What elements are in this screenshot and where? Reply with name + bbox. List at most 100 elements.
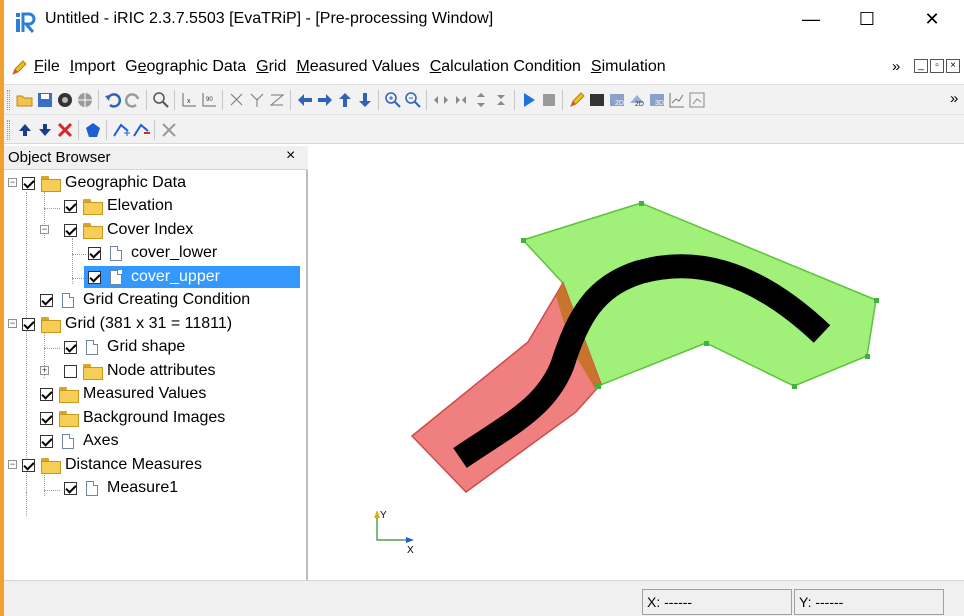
- view-y-icon[interactable]: [248, 91, 266, 109]
- run-icon[interactable]: [520, 91, 538, 109]
- tree-item-measure1[interactable]: Measure1: [64, 477, 178, 499]
- menu-geographic-data[interactable]: Geographic Data: [125, 58, 246, 76]
- checkbox[interactable]: [64, 340, 77, 354]
- remove-vertex-icon[interactable]: [132, 121, 150, 139]
- mdi-window-controls: _ ▫ ×: [914, 59, 960, 73]
- tree-item-distance-measures[interactable]: Distance Measures: [22, 454, 202, 476]
- view-x-icon[interactable]: [228, 91, 246, 109]
- expand-node-attributes[interactable]: +: [40, 366, 49, 375]
- 2d-bird-icon[interactable]: 2D: [628, 91, 646, 109]
- mdi-minimize-icon[interactable]: _: [914, 59, 928, 73]
- arrow-right-icon[interactable]: [316, 91, 334, 109]
- chart-icon[interactable]: [688, 91, 706, 109]
- globe-icon[interactable]: [76, 91, 94, 109]
- menu-simulation[interactable]: Simulation: [591, 58, 666, 76]
- tree-item-cover-upper[interactable]: cover_upper: [84, 266, 300, 288]
- maximize-button[interactable]: ☐: [844, 4, 890, 34]
- redo-icon[interactable]: [124, 91, 142, 109]
- tree-item-node-attributes[interactable]: Node attributes: [64, 360, 216, 382]
- mdi-restore-icon[interactable]: ▫: [930, 59, 944, 73]
- checkbox[interactable]: [64, 481, 77, 495]
- toolbar-separator: [378, 90, 379, 110]
- zoom-out-icon[interactable]: [404, 91, 422, 109]
- menu-calculation-condition[interactable]: Calculation Condition: [430, 58, 581, 76]
- folder-icon: [59, 411, 79, 427]
- cancel-icon[interactable]: [160, 121, 178, 139]
- edit-pencil-icon[interactable]: [568, 91, 586, 109]
- expand-grid[interactable]: −: [8, 319, 17, 328]
- toolbar-overflow-chevron[interactable]: »: [950, 90, 958, 107]
- expand-cover-index[interactable]: −: [40, 225, 49, 234]
- menu-overflow-chevron[interactable]: »: [892, 58, 900, 75]
- snapshot-icon[interactable]: [56, 91, 74, 109]
- checkbox[interactable]: [40, 411, 53, 425]
- toolbar-grip[interactable]: [7, 90, 10, 110]
- move-up-icon[interactable]: [16, 121, 34, 139]
- checkbox[interactable]: [64, 223, 77, 237]
- polygon-icon[interactable]: [84, 121, 102, 139]
- toolbar-grip[interactable]: [7, 120, 10, 140]
- checkbox[interactable]: [22, 176, 35, 190]
- minimize-button[interactable]: —: [788, 4, 834, 34]
- 3d-post-icon[interactable]: 3D: [648, 91, 666, 109]
- tree-item-measured-values[interactable]: Measured Values: [40, 383, 206, 405]
- folder-icon: [83, 364, 103, 380]
- checkbox[interactable]: [40, 434, 53, 448]
- arrow-up-icon[interactable]: [336, 91, 354, 109]
- 2d-post-icon[interactable]: 2D: [608, 91, 626, 109]
- menu-measured-values[interactable]: Measured Values: [296, 58, 419, 76]
- document-icon: [110, 245, 122, 261]
- delete-icon[interactable]: [56, 121, 74, 139]
- mdi-close-icon[interactable]: ×: [946, 59, 960, 73]
- tree-item-grid-creating-condition[interactable]: Grid Creating Condition: [40, 289, 250, 311]
- svg-text:3D: 3D: [655, 100, 664, 107]
- checkbox[interactable]: [64, 364, 77, 378]
- stop-icon[interactable]: [540, 91, 558, 109]
- expand-geographic-data[interactable]: −: [8, 178, 17, 187]
- zoom-in-icon[interactable]: [384, 91, 402, 109]
- menu-import[interactable]: Import: [70, 58, 115, 76]
- title-bar[interactable]: Untitled - iRIC 2.3.7.5503 [EvaTRiP] - […: [4, 0, 964, 40]
- object-browser-close-icon[interactable]: ×: [286, 147, 295, 165]
- tree-item-grid[interactable]: Grid (381 x 31 = 11811): [22, 313, 232, 335]
- open-folder-icon[interactable]: [16, 91, 34, 109]
- undo-icon[interactable]: [104, 91, 122, 109]
- menu-grid[interactable]: Grid: [256, 58, 286, 76]
- expand-distance-measures[interactable]: −: [8, 460, 17, 469]
- checkbox[interactable]: [22, 458, 35, 472]
- add-vertex-icon[interactable]: [112, 121, 130, 139]
- checkbox[interactable]: [64, 199, 77, 213]
- save-icon[interactable]: [36, 91, 54, 109]
- shorten-icon[interactable]: [492, 91, 510, 109]
- menu-file[interactable]: File: [34, 58, 60, 76]
- arrow-left-icon[interactable]: [296, 91, 314, 109]
- checkbox[interactable]: [88, 270, 101, 284]
- move-down-icon[interactable]: [36, 121, 54, 139]
- tree-item-grid-shape[interactable]: Grid shape: [64, 336, 185, 358]
- document-icon: [62, 433, 74, 449]
- narrow-icon[interactable]: [452, 91, 470, 109]
- tree-item-elevation[interactable]: Elevation: [64, 195, 173, 217]
- tree-item-background-images[interactable]: Background Images: [40, 407, 225, 429]
- widen-icon[interactable]: [432, 91, 450, 109]
- zoom-fit-icon[interactable]: [152, 91, 170, 109]
- axis-rotate-icon[interactable]: 90: [200, 91, 218, 109]
- checkbox[interactable]: [40, 387, 53, 401]
- close-button[interactable]: ✕: [909, 4, 955, 34]
- checkbox[interactable]: [88, 246, 101, 260]
- tree-item-geographic-data[interactable]: Geographic Data: [22, 172, 186, 194]
- checkbox[interactable]: [40, 293, 53, 307]
- view-z-icon[interactable]: [268, 91, 286, 109]
- pre-processing-canvas[interactable]: Y X: [310, 146, 964, 580]
- console-icon[interactable]: [588, 91, 606, 109]
- tree-item-cover-lower[interactable]: cover_lower: [88, 242, 217, 264]
- arrow-down-icon[interactable]: [356, 91, 374, 109]
- tree-item-cover-index[interactable]: Cover Index: [64, 219, 193, 241]
- toolbar-separator: [98, 90, 99, 110]
- heighten-icon[interactable]: [472, 91, 490, 109]
- tree-item-axes[interactable]: Axes: [40, 430, 119, 452]
- checkbox[interactable]: [22, 317, 35, 331]
- graph-icon[interactable]: [668, 91, 686, 109]
- axis-x-icon[interactable]: x: [180, 91, 198, 109]
- toolbar-separator: [174, 90, 175, 110]
